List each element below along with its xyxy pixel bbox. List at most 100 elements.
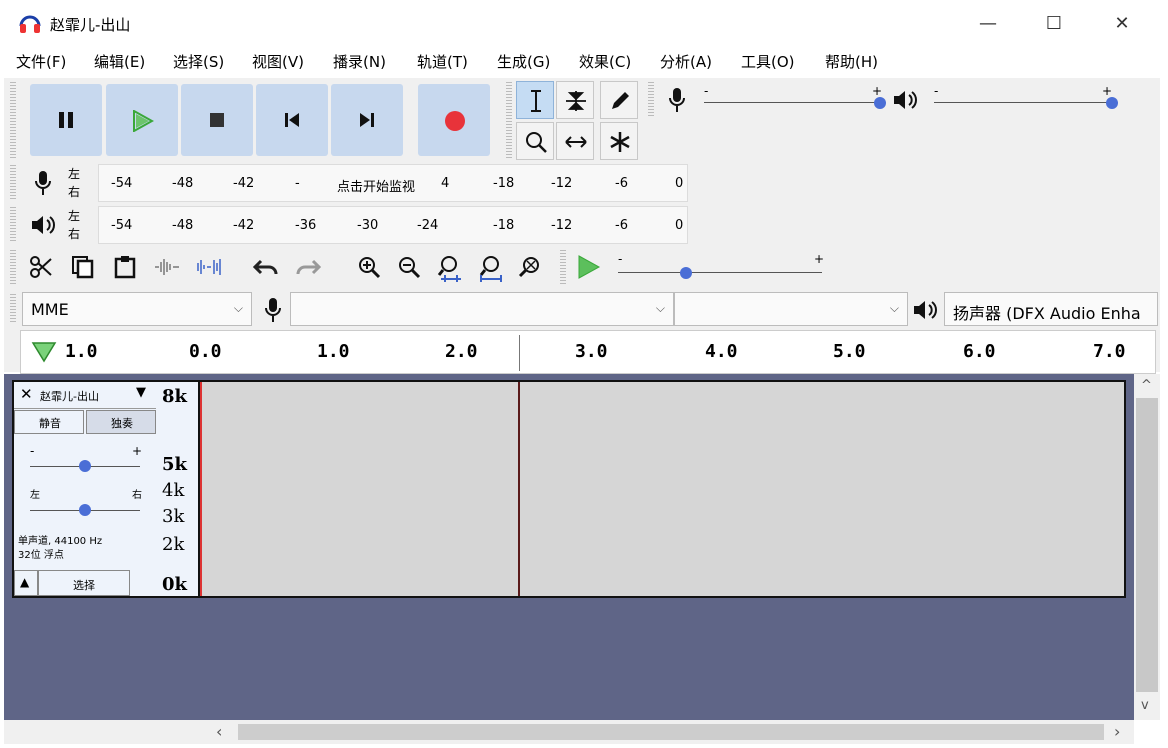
speaker-icon bbox=[894, 91, 917, 109]
menu-effect[interactable]: 效果(C) bbox=[579, 51, 631, 72]
recording-channels-select[interactable]: ⌵ bbox=[674, 292, 908, 326]
scroll-right-icon[interactable]: › bbox=[1114, 722, 1120, 741]
double-arrow-icon bbox=[565, 136, 587, 148]
toolbar-grip[interactable] bbox=[10, 82, 16, 158]
undo-button[interactable] bbox=[248, 248, 282, 286]
skip-end-button[interactable] bbox=[331, 84, 403, 156]
zoom-out-button[interactable] bbox=[392, 248, 426, 286]
pan-right-label: 右 bbox=[132, 490, 142, 501]
menu-file[interactable]: 文件(F) bbox=[16, 51, 66, 72]
meter-prompt[interactable]: 点击开始监视 bbox=[337, 176, 416, 195]
pencil-icon bbox=[612, 92, 629, 109]
menu-analyze[interactable]: 分析(A) bbox=[660, 51, 712, 72]
meter-tick: -36 bbox=[295, 218, 317, 233]
minimize-button[interactable]: — bbox=[966, 8, 1010, 40]
track-menu-dropdown-icon[interactable]: ▼ bbox=[136, 385, 146, 400]
vertical-scrollbar[interactable]: ^ v bbox=[1134, 374, 1160, 720]
ruler-tick: 5.0 bbox=[833, 341, 866, 362]
mute-button[interactable]: 静音 bbox=[14, 410, 84, 434]
envelope-tool[interactable] bbox=[556, 81, 594, 119]
close-button[interactable]: ✕ bbox=[1100, 8, 1144, 40]
skip-start-icon bbox=[285, 113, 299, 127]
time-shift-tool[interactable] bbox=[556, 122, 594, 160]
draw-tool[interactable] bbox=[600, 81, 638, 119]
selection-tool[interactable] bbox=[516, 81, 554, 119]
track-close-icon[interactable]: ✕ bbox=[20, 385, 33, 403]
ruler-tick: 1.0 bbox=[317, 341, 350, 362]
menu-view[interactable]: 视图(V) bbox=[252, 51, 304, 72]
play-head-triangle-icon[interactable] bbox=[31, 341, 57, 363]
collapse-track-button[interactable]: ▲ bbox=[14, 570, 38, 596]
zoom-in-button[interactable] bbox=[352, 248, 386, 286]
clip-start-line bbox=[200, 382, 202, 596]
redo-button[interactable] bbox=[290, 248, 324, 286]
select-track-button[interactable]: 选择 bbox=[38, 570, 130, 596]
gain-min: - bbox=[30, 444, 35, 458]
playback-meter-right-label: 右 bbox=[68, 227, 81, 241]
zoom-toggle-button[interactable] bbox=[512, 248, 546, 286]
play-at-speed-button[interactable] bbox=[572, 248, 606, 286]
pan-slider[interactable] bbox=[79, 504, 91, 516]
timeline-ruler[interactable]: 1.0 0.0 1.0 2.0 3.0 4.0 5.0 6.0 7.0 bbox=[20, 330, 1156, 374]
playback-device-select[interactable]: 扬声器 (DFX Audio Enha bbox=[944, 292, 1158, 326]
play-at-speed-grip[interactable] bbox=[560, 250, 566, 284]
record-volume-track bbox=[704, 102, 880, 103]
maximize-button[interactable]: ☐ bbox=[1032, 8, 1076, 40]
paste-button[interactable] bbox=[108, 248, 142, 286]
record-icon bbox=[445, 111, 465, 131]
zoom-tool[interactable] bbox=[516, 122, 554, 160]
cut-button[interactable] bbox=[24, 248, 58, 286]
skip-end-icon bbox=[360, 113, 374, 127]
playback-meter-toolbar: 左 右 -54 -48 -42 -36 -30 -24 -18 -12 -6 0 bbox=[4, 205, 692, 245]
menu-generate[interactable]: 生成(G) bbox=[497, 51, 550, 72]
stop-button[interactable] bbox=[181, 84, 253, 156]
freq-label: 3k bbox=[162, 506, 185, 527]
record-volume-slider[interactable] bbox=[874, 97, 886, 109]
meter-tick: -54 bbox=[111, 218, 133, 233]
playback-meter-grip[interactable] bbox=[10, 207, 16, 243]
playback-meter-left-label: 左 bbox=[68, 209, 81, 223]
playback-meter-bar[interactable]: -54 -48 -42 -36 -30 -24 -18 -12 -6 0 bbox=[98, 206, 688, 244]
envelope-icon bbox=[566, 91, 586, 111]
menu-tracks[interactable]: 轨道(T) bbox=[417, 51, 468, 72]
record-meter-left-label: 左 bbox=[68, 167, 81, 181]
play-button[interactable] bbox=[106, 84, 178, 156]
horizontal-scrollbar[interactable]: ‹ › bbox=[4, 720, 1134, 744]
record-meter-grip[interactable] bbox=[10, 165, 16, 201]
menu-transport[interactable]: 播录(N) bbox=[333, 51, 386, 72]
menu-help[interactable]: 帮助(H) bbox=[825, 51, 878, 72]
play-speed-slider[interactable] bbox=[680, 267, 692, 279]
pause-button[interactable] bbox=[30, 84, 102, 156]
scroll-down-icon[interactable]: v bbox=[1141, 698, 1149, 713]
gain-max: + bbox=[132, 444, 143, 458]
record-button[interactable] bbox=[418, 84, 490, 156]
menu-select[interactable]: 选择(S) bbox=[173, 51, 224, 72]
device-grip[interactable] bbox=[10, 294, 16, 324]
skip-start-button[interactable] bbox=[256, 84, 328, 156]
edit-grip[interactable] bbox=[10, 250, 16, 284]
copy-button[interactable] bbox=[66, 248, 100, 286]
asterisk-icon bbox=[610, 132, 630, 152]
gain-slider[interactable] bbox=[79, 460, 91, 472]
scroll-up-icon[interactable]: ^ bbox=[1141, 378, 1152, 393]
record-meter-bar[interactable]: -54 -48 -42 - 点击开始监视 4 -18 -12 -6 0 bbox=[98, 164, 688, 202]
spectrogram-area[interactable] bbox=[198, 380, 1126, 598]
audio-host-select[interactable]: MME ⌵ bbox=[22, 292, 252, 326]
horizontal-scroll-thumb[interactable] bbox=[238, 724, 1104, 740]
meter-tick: -18 bbox=[493, 176, 515, 191]
playback-volume-slider[interactable] bbox=[1106, 97, 1118, 109]
vertical-scroll-thumb[interactable] bbox=[1136, 398, 1158, 692]
solo-button[interactable]: 独奏 bbox=[86, 410, 156, 434]
scroll-left-icon[interactable]: ‹ bbox=[216, 722, 222, 741]
fit-selection-button[interactable] bbox=[432, 248, 466, 286]
trim-button[interactable] bbox=[148, 248, 182, 286]
recording-device-select[interactable]: ⌵ bbox=[290, 292, 674, 326]
mixer-grip[interactable] bbox=[648, 82, 654, 118]
silence-button[interactable] bbox=[190, 248, 224, 286]
multi-tool[interactable] bbox=[600, 122, 638, 160]
menu-tools[interactable]: 工具(O) bbox=[741, 51, 795, 72]
track-name[interactable]: 赵霏儿-出山 bbox=[40, 388, 99, 404]
tools-grip[interactable] bbox=[506, 82, 512, 158]
menu-edit[interactable]: 编辑(E) bbox=[94, 51, 145, 72]
fit-project-button[interactable] bbox=[472, 248, 506, 286]
